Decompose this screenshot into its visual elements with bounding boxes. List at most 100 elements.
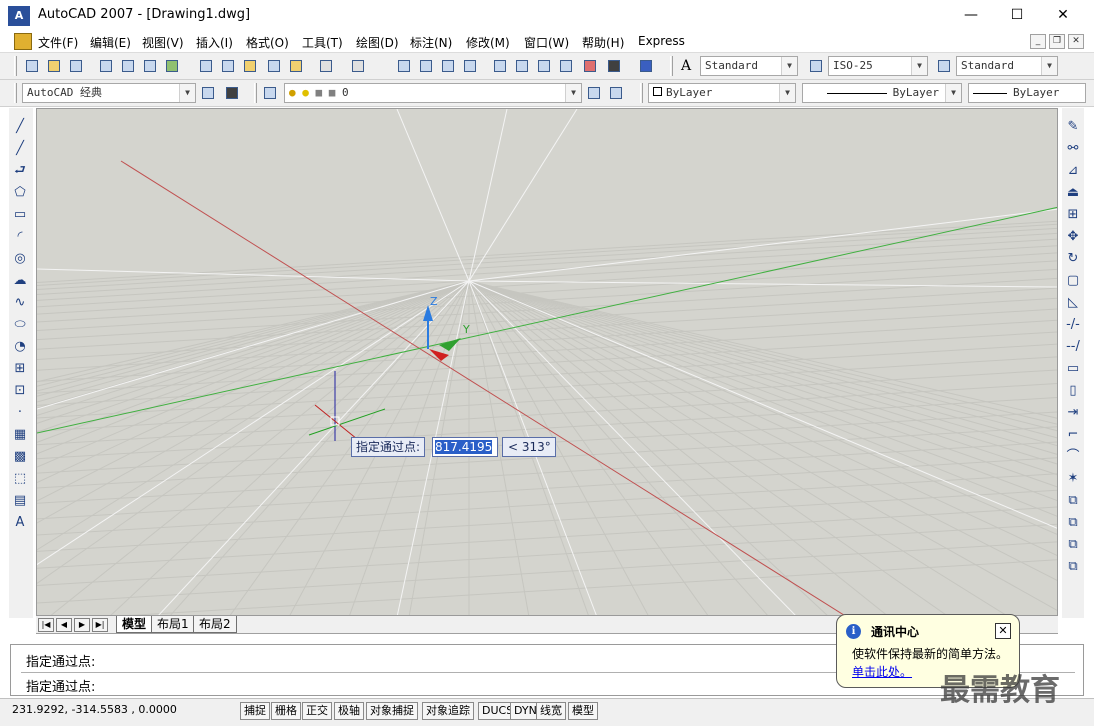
tab-layout1[interactable]: 布局1 <box>151 616 195 633</box>
balloon-close-button[interactable]: ✕ <box>995 623 1011 639</box>
grid-toggle[interactable]: 栅格 <box>271 702 301 720</box>
draw-tool-1-icon[interactable]: ╱ <box>11 118 29 136</box>
menu-edit[interactable]: 编辑(E) <box>90 34 131 51</box>
menu-view[interactable]: 视图(V) <box>142 34 184 51</box>
tab-model[interactable]: 模型 <box>116 616 153 633</box>
design-center-icon[interactable] <box>512 56 532 76</box>
redo-icon[interactable] <box>348 56 368 76</box>
block-editor-icon[interactable] <box>286 56 306 76</box>
text-style-select[interactable]: Standard ▼ <box>700 56 798 76</box>
zoom-previous-icon[interactable] <box>460 56 480 76</box>
zoom-realtime-icon[interactable] <box>416 56 436 76</box>
first-tab-button[interactable]: |◀ <box>38 618 54 632</box>
workspace-save-icon[interactable] <box>222 83 242 103</box>
draw-tool-10-icon[interactable]: ⬭ <box>11 316 29 334</box>
maximize-button[interactable]: ☐ <box>994 0 1040 31</box>
draw-tool-6-icon[interactable]: ◜ <box>11 228 29 246</box>
draw-tool-5-icon[interactable]: ▭ <box>11 206 29 224</box>
modify-tool-17-icon[interactable]: ✶ <box>1064 470 1082 488</box>
menu-insert[interactable]: 插入(I) <box>196 34 233 51</box>
paste-icon[interactable] <box>240 56 260 76</box>
markup-icon[interactable] <box>580 56 600 76</box>
draw-tool-17-icon[interactable]: ⬚ <box>11 470 29 488</box>
modify-tool-10-icon[interactable]: -/- <box>1064 316 1082 334</box>
last-tab-button[interactable]: ▶| <box>92 618 108 632</box>
otrack-toggle[interactable]: 对象追踪 <box>422 702 474 720</box>
toolbar-grip[interactable] <box>640 83 643 103</box>
draw-tool-12-icon[interactable]: ⊞ <box>11 360 29 378</box>
table-style-select[interactable]: Standard ▼ <box>956 56 1058 76</box>
modify-tool-20-icon[interactable]: ⧉ <box>1064 536 1082 554</box>
menu-format[interactable]: 格式(O) <box>246 34 289 51</box>
cut-icon[interactable] <box>196 56 216 76</box>
menu-modify[interactable]: 修改(M) <box>466 34 510 51</box>
draw-tool-2-icon[interactable]: ╱ <box>11 140 29 158</box>
draw-tool-3-icon[interactable]: ⮐ <box>11 162 29 180</box>
modify-tool-8-icon[interactable]: ▢ <box>1064 272 1082 290</box>
color-select[interactable]: ByLayer ▼ <box>648 83 796 103</box>
menu-draw[interactable]: 绘图(D) <box>356 34 399 51</box>
draw-tool-4-icon[interactable]: ⬠ <box>11 184 29 202</box>
menu-express[interactable]: Express <box>638 34 685 48</box>
menu-window[interactable]: 窗口(W) <box>524 34 569 51</box>
dynamic-angle-input[interactable]: < 313° <box>502 437 556 457</box>
plot-preview-icon[interactable] <box>118 56 138 76</box>
prev-tab-button[interactable]: ◀ <box>56 618 72 632</box>
draw-tool-19-icon[interactable]: A <box>11 514 29 532</box>
new-file-icon[interactable] <box>22 56 42 76</box>
table-style-icon[interactable] <box>934 56 954 76</box>
minimize-button[interactable]: — <box>948 0 994 31</box>
save-icon[interactable] <box>66 56 86 76</box>
help-icon[interactable] <box>636 56 656 76</box>
make-object-layer-current-icon[interactable] <box>584 83 604 103</box>
dynamic-distance-input[interactable]: 817.4195 <box>432 437 498 457</box>
document-icon[interactable] <box>14 33 32 50</box>
menu-dimension[interactable]: 标注(N) <box>410 34 452 51</box>
modify-tool-19-icon[interactable]: ⧉ <box>1064 514 1082 532</box>
balloon-link[interactable]: 单击此处。 <box>852 663 912 680</box>
3d-dwf-icon[interactable] <box>162 56 182 76</box>
zoom-window-icon[interactable] <box>438 56 458 76</box>
menu-tools[interactable]: 工具(T) <box>302 34 343 51</box>
modify-tool-16-icon[interactable]: ⌒ <box>1064 448 1082 466</box>
toolbar-grip[interactable] <box>670 56 673 76</box>
snap-toggle[interactable]: 捕捉 <box>240 702 270 720</box>
draw-tool-16-icon[interactable]: ▩ <box>11 448 29 466</box>
polar-toggle[interactable]: 极轴 <box>334 702 364 720</box>
match-properties-icon[interactable] <box>264 56 284 76</box>
modify-tool-1-icon[interactable]: ✎ <box>1064 118 1082 136</box>
copy-icon[interactable] <box>218 56 238 76</box>
draw-tool-8-icon[interactable]: ☁ <box>11 272 29 290</box>
workspace-select[interactable]: AutoCAD 经典 ▼ <box>22 83 196 103</box>
modify-tool-14-icon[interactable]: ⇥ <box>1064 404 1082 422</box>
menu-help[interactable]: 帮助(H) <box>582 34 624 51</box>
ortho-toggle[interactable]: 正交 <box>302 702 332 720</box>
osnap-toggle[interactable]: 对象捕捉 <box>366 702 418 720</box>
dim-style-select[interactable]: ISO-25 ▼ <box>828 56 928 76</box>
toolbar-grip[interactable] <box>14 83 17 103</box>
properties-icon[interactable] <box>490 56 510 76</box>
tool-palettes-icon[interactable] <box>534 56 554 76</box>
command-prompt-line[interactable]: 指定通过点: <box>26 676 95 695</box>
plot-icon[interactable] <box>96 56 116 76</box>
close-button[interactable]: ✕ <box>1040 0 1086 31</box>
lineweight-toggle[interactable]: 线宽 <box>536 702 566 720</box>
modify-tool-15-icon[interactable]: ⌐ <box>1064 426 1082 444</box>
mdi-minimize-button[interactable]: _ <box>1030 34 1046 49</box>
layer-select[interactable]: ● ● ■ ■ 0 ▼ <box>284 83 582 103</box>
sheet-set-icon[interactable] <box>556 56 576 76</box>
open-file-icon[interactable] <box>44 56 64 76</box>
drawing-canvas[interactable]: Z Y <box>36 108 1058 616</box>
draw-tool-18-icon[interactable]: ▤ <box>11 492 29 510</box>
modify-tool-2-icon[interactable]: ⚯ <box>1064 140 1082 158</box>
modify-tool-5-icon[interactable]: ⊞ <box>1064 206 1082 224</box>
modify-tool-9-icon[interactable]: ◺ <box>1064 294 1082 312</box>
draw-tool-9-icon[interactable]: ∿ <box>11 294 29 312</box>
draw-tool-11-icon[interactable]: ◔ <box>11 338 29 356</box>
autocad-app-icon[interactable]: A <box>8 6 30 26</box>
menu-file[interactable]: 文件(F) <box>38 34 78 51</box>
undo-icon[interactable] <box>316 56 336 76</box>
toolbar-grip[interactable] <box>14 56 17 76</box>
modify-tool-18-icon[interactable]: ⧉ <box>1064 492 1082 510</box>
modify-tool-21-icon[interactable]: ⧉ <box>1064 558 1082 576</box>
